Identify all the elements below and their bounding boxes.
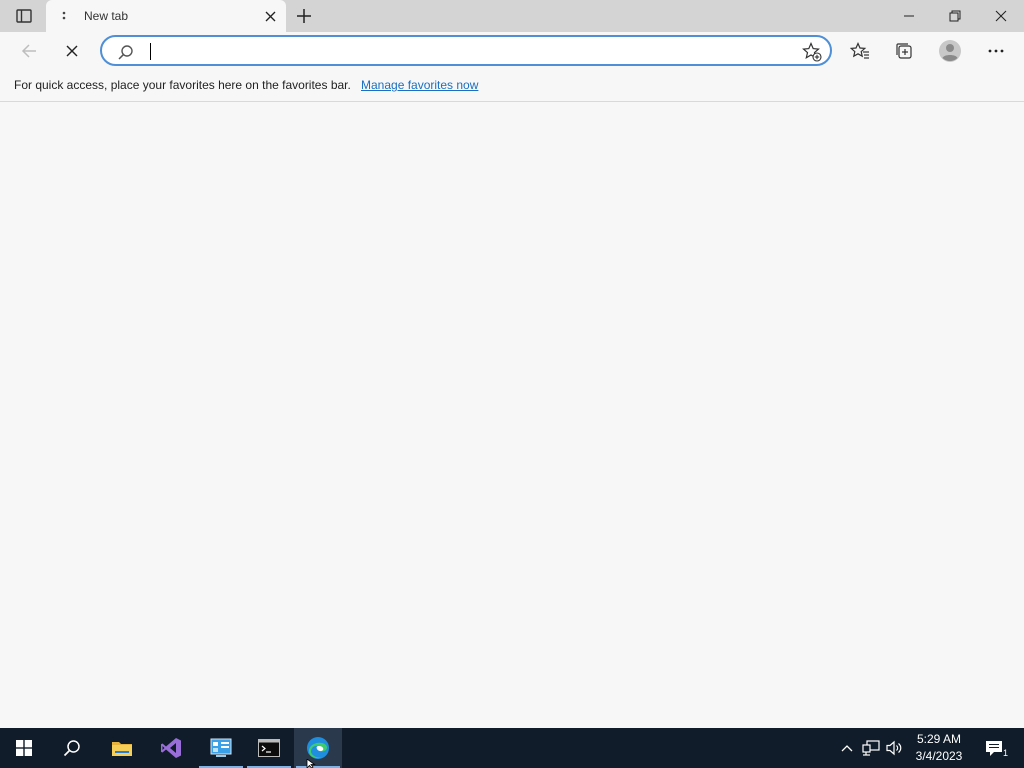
profile-icon xyxy=(939,40,961,62)
windows-logo-icon xyxy=(16,740,32,756)
close-icon xyxy=(265,11,275,21)
settings-more-button[interactable] xyxy=(981,36,1011,66)
address-bar[interactable] xyxy=(100,35,832,66)
plus-icon xyxy=(297,9,311,23)
taskbar-file-explorer[interactable] xyxy=(98,728,146,768)
tab-actions-icon xyxy=(16,9,32,23)
minimize-button[interactable] xyxy=(886,0,932,32)
taskbar-edge[interactable] xyxy=(294,728,342,768)
tab-new-tab[interactable]: New tab xyxy=(46,0,286,32)
minimize-icon xyxy=(904,15,914,17)
star-plus-icon[interactable] xyxy=(802,42,822,62)
action-center-button[interactable]: 1 xyxy=(982,738,1008,758)
favorites-button[interactable] xyxy=(845,36,875,66)
toolbar xyxy=(0,32,1024,70)
collections-icon xyxy=(896,43,912,59)
stop-icon xyxy=(66,45,78,57)
network-button[interactable] xyxy=(861,738,881,758)
close-window-button[interactable] xyxy=(978,0,1024,32)
page-content xyxy=(0,103,1024,728)
volume-button[interactable] xyxy=(885,738,905,758)
address-input[interactable] xyxy=(148,41,788,61)
taskbar-clock[interactable]: 5:29 AM 3/4/2023 xyxy=(904,731,974,765)
edge-icon xyxy=(307,737,329,759)
search-icon xyxy=(118,45,133,60)
control-panel-icon xyxy=(210,738,232,757)
taskbar-visual-studio[interactable] xyxy=(147,728,195,768)
favorites-bar: For quick access, place your favorites h… xyxy=(0,70,1024,102)
more-icon xyxy=(988,49,1004,53)
close-icon xyxy=(995,10,1007,22)
profile-button[interactable] xyxy=(935,36,965,66)
tab-close-button[interactable] xyxy=(262,8,278,24)
tab-title: New tab xyxy=(84,9,129,23)
tab-actions-button[interactable] xyxy=(10,7,38,25)
restore-button[interactable] xyxy=(932,0,978,32)
mouse-cursor-icon xyxy=(306,759,316,768)
back-button[interactable] xyxy=(14,36,44,66)
folder-icon xyxy=(112,742,132,756)
start-button[interactable] xyxy=(0,728,48,768)
collections-button[interactable] xyxy=(889,36,919,66)
taskbar-search-button[interactable] xyxy=(48,728,96,768)
favorites-icon xyxy=(850,42,869,59)
notification-count: 1 xyxy=(1002,748,1008,758)
favorites-bar-message: For quick access, place your favorites h… xyxy=(14,78,351,92)
taskbar-terminal[interactable] xyxy=(245,728,293,768)
visual-studio-icon xyxy=(161,738,181,758)
clock-date: 3/4/2023 xyxy=(915,749,963,763)
restore-icon xyxy=(949,10,961,22)
chevron-up-icon xyxy=(841,745,853,752)
speaker-icon xyxy=(886,740,902,756)
taskbar-control-panel[interactable] xyxy=(197,728,245,768)
show-hidden-icons-button[interactable] xyxy=(837,738,857,758)
stop-button[interactable] xyxy=(57,36,87,66)
notification-icon xyxy=(986,740,1002,756)
taskbar: 5:29 AM 3/4/2023 1 xyxy=(0,728,1024,768)
loading-icon xyxy=(56,8,72,24)
network-icon xyxy=(862,740,880,756)
search-icon xyxy=(63,740,80,757)
manage-favorites-link[interactable]: Manage favorites now xyxy=(361,78,478,92)
new-tab-button[interactable] xyxy=(292,5,316,27)
title-bar: New tab xyxy=(0,0,1024,32)
terminal-icon xyxy=(258,739,280,757)
clock-time: 5:29 AM xyxy=(916,732,962,746)
text-caret xyxy=(150,43,151,60)
back-arrow-icon xyxy=(21,44,36,58)
